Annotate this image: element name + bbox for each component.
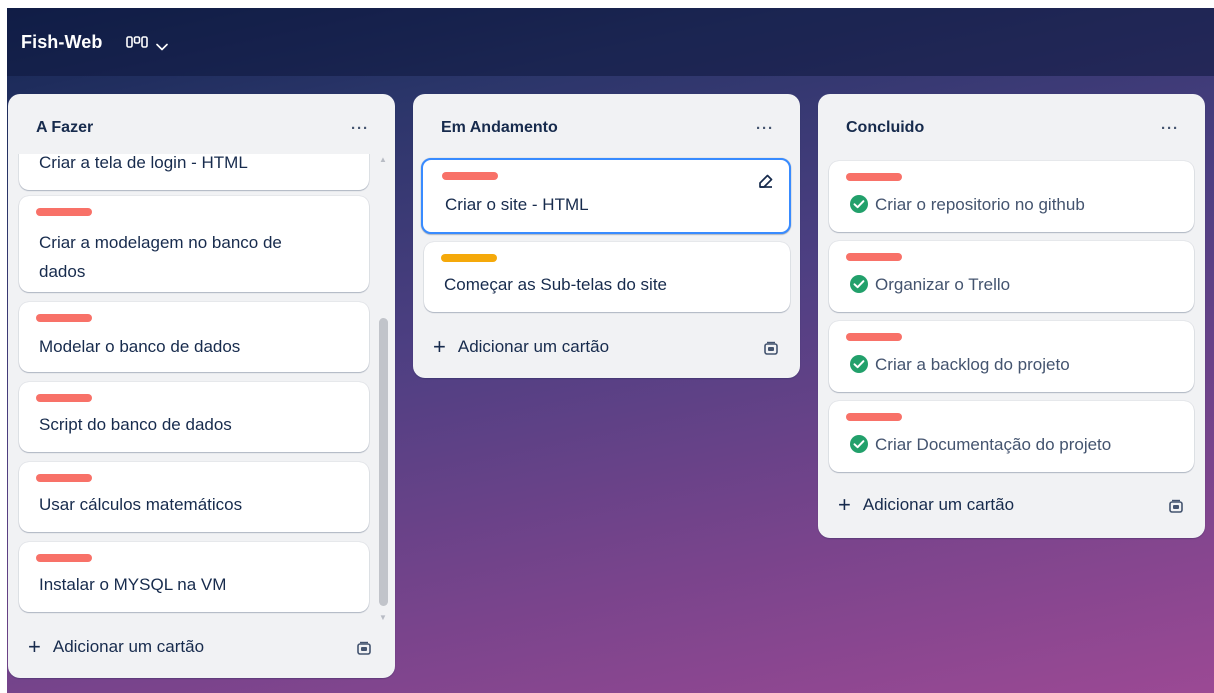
plus-icon: +: [433, 334, 446, 359]
card[interactable]: Criar a backlog do projeto: [829, 321, 1194, 392]
list-menu-button[interactable]: ···: [756, 120, 774, 137]
add-card-button[interactable]: + Adicionar um cartão: [28, 636, 204, 658]
card-label-red: [846, 333, 902, 341]
card-title: Criar a backlog do projeto: [849, 352, 1070, 378]
add-card-button[interactable]: + Adicionar um cartão: [838, 494, 1014, 516]
list-cards-area: Criar a tela de login - HTML Criar a mod…: [8, 154, 395, 693]
card[interactable]: Modelar o banco de dados: [19, 302, 369, 372]
card-label-red: [846, 413, 902, 421]
card-label-red: [36, 554, 92, 562]
add-card-label: Adicionar um cartão: [52, 637, 205, 656]
card[interactable]: Usar cálculos matemáticos: [19, 462, 369, 532]
card-title: Começar as Sub-telas do site: [444, 275, 667, 294]
card-title-text: Criar a backlog do projeto: [875, 355, 1070, 374]
add-card-button[interactable]: + Adicionar um cartão: [433, 336, 609, 358]
card-label-yellow: [441, 254, 497, 262]
board-header: Fish-Web: [7, 8, 1214, 76]
card[interactable]: Instalar o MYSQL na VM: [19, 542, 369, 612]
list-header: Concluido ···: [818, 94, 1205, 162]
card[interactable]: Script do banco de dados: [19, 382, 369, 452]
card-title-text: Criar Documentação do projeto: [875, 435, 1112, 454]
card-template-icon[interactable]: [356, 641, 372, 657]
card[interactable]: Começar as Sub-telas do site: [424, 242, 790, 312]
card[interactable]: Criar Documentação do projeto: [829, 401, 1194, 472]
card-template-icon[interactable]: [763, 341, 779, 357]
card-title: Modelar o banco de dados: [39, 337, 241, 356]
card-title: Organizar o Trello: [849, 272, 1010, 298]
scroll-thumb[interactable]: [379, 318, 388, 606]
plus-icon: +: [28, 634, 41, 659]
card-title-text: Criar o repositorio no github: [875, 195, 1085, 214]
list-menu-button[interactable]: ···: [1161, 120, 1179, 137]
card-label-red: [442, 172, 498, 180]
card[interactable]: Criar o repositorio no github: [829, 161, 1194, 232]
list-scrollbar[interactable]: ▲ ▼: [377, 154, 389, 624]
card[interactable]: Criar a modelagem no banco de dados: [19, 196, 369, 292]
list-header: Em Andamento ···: [413, 94, 800, 162]
card-title-text: Organizar o Trello: [875, 275, 1011, 294]
card-editing[interactable]: Criar o site - HTML: [421, 158, 791, 234]
board-view-icon: [126, 35, 149, 49]
add-card-label: Adicionar um cartão: [457, 337, 610, 356]
card-title: Criar o site - HTML: [445, 195, 589, 214]
check-circle-icon: [849, 434, 869, 454]
edit-pencil-icon[interactable]: [757, 172, 775, 190]
card[interactable]: Criar a tela de login - HTML: [19, 154, 369, 190]
list-header: A Fazer ···: [8, 94, 395, 162]
scroll-down-arrow[interactable]: ▼: [379, 614, 387, 622]
card[interactable]: Organizar o Trello: [829, 241, 1194, 312]
card-label-red: [36, 314, 92, 322]
board-title[interactable]: Fish-Web: [21, 32, 102, 53]
card-label-red: [36, 208, 92, 216]
card-label-red: [36, 394, 92, 402]
chevron-down-icon: [156, 38, 169, 51]
add-card-label: Adicionar um cartão: [862, 495, 1015, 514]
list-title[interactable]: A Fazer: [36, 119, 93, 137]
check-circle-icon: [849, 354, 869, 374]
list-a-fazer: A Fazer ··· Criar a tela de login - HTML…: [8, 94, 395, 678]
check-circle-icon: [849, 274, 869, 294]
list-menu-button[interactable]: ···: [351, 120, 369, 137]
card-template-icon[interactable]: [1168, 499, 1184, 515]
list-title[interactable]: Em Andamento: [441, 119, 558, 137]
card-title: Criar a tela de login - HTML: [39, 154, 248, 172]
board-view-switcher[interactable]: [126, 35, 169, 51]
card-title: Usar cálculos matemáticos: [39, 495, 243, 514]
list-title[interactable]: Concluido: [846, 119, 924, 137]
check-circle-icon: [849, 194, 869, 214]
list-em-andamento: Em Andamento ··· Criar o site - HTML Com…: [413, 94, 800, 378]
card-label-red: [36, 474, 92, 482]
card-title: Criar Documentação do projeto: [849, 432, 1111, 458]
board: Fish-Web A Fazer ··· Criar a tela de log…: [7, 8, 1214, 693]
card-title: Script do banco de dados: [39, 415, 232, 434]
scroll-up-arrow[interactable]: ▲: [379, 156, 387, 164]
card-title: Instalar o MYSQL na VM: [39, 575, 227, 594]
list-concluido: Concluido ··· Criar o repositorio no git…: [818, 94, 1205, 538]
card-label-red: [846, 173, 902, 181]
plus-icon: +: [838, 492, 851, 517]
card-label-red: [846, 253, 902, 261]
card-title: Criar a modelagem no banco de dados: [39, 233, 282, 281]
card-title: Criar o repositorio no github: [849, 192, 1085, 218]
